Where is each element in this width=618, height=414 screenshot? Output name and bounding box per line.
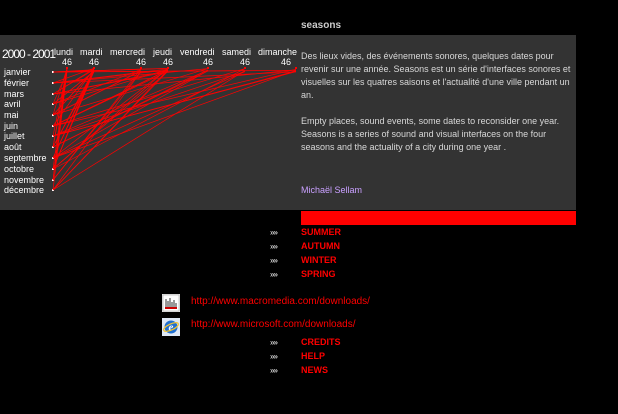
month-septembre[interactable]: septembre — [4, 153, 47, 163]
autumn-link[interactable]: AUTUMN — [301, 241, 340, 251]
help-link[interactable]: HELP — [301, 351, 325, 361]
month-mars[interactable]: mars — [4, 89, 24, 99]
month-mai[interactable]: mai — [4, 110, 19, 120]
arrow-icon: »» — [270, 270, 278, 279]
month-avril[interactable]: avril — [4, 99, 21, 109]
day-label-saturday: samedi — [222, 47, 252, 57]
day-label-sunday: dimanche — [258, 47, 298, 57]
month-fevrier[interactable]: février — [4, 78, 29, 88]
summer-link[interactable]: SUMMER — [301, 227, 341, 237]
arrow-icon: »» — [270, 256, 278, 265]
author-link[interactable]: Michaël Sellam — [301, 185, 362, 195]
day-label-thursday: jeudi — [153, 47, 173, 57]
day-anchor-dot — [66, 67, 68, 69]
month-juin[interactable]: juin — [4, 121, 18, 131]
week-number: 46 — [163, 57, 174, 67]
day-label-wednesday: mercredi — [110, 47, 146, 57]
month-aout[interactable]: août — [4, 142, 22, 152]
date-link-line — [52, 70, 142, 181]
month-octobre[interactable]: octobre — [4, 164, 34, 174]
macromedia-download-link[interactable]: http://www.macromedia.com/downloads/ — [191, 296, 370, 307]
arrow-icon: »» — [270, 352, 278, 361]
month-decembre[interactable]: décembre — [4, 185, 44, 195]
week-number: 46 — [62, 57, 73, 67]
day-anchor-dot — [93, 67, 95, 69]
credits-link[interactable]: CREDITS — [301, 337, 341, 347]
description: Des lieux vides, des événements sonores,… — [301, 50, 573, 167]
internet-explorer-icon[interactable]: e — [162, 318, 180, 336]
description-french: Des lieux vides, des événements sonores,… — [301, 51, 571, 100]
date-link-line — [52, 70, 68, 191]
day-anchor-dot — [244, 67, 246, 69]
day-anchor-dot — [295, 67, 297, 69]
spring-link[interactable]: SPRING — [301, 269, 336, 279]
day-anchor-dot — [140, 67, 142, 69]
week-number: 46 — [136, 57, 147, 67]
arrow-icon: »» — [270, 228, 278, 237]
month-novembre[interactable]: novembre — [4, 175, 44, 185]
description-english: Empty places, sound events, some dates t… — [301, 116, 560, 152]
day-anchor-dot — [207, 67, 209, 69]
week-number: 46 — [203, 57, 214, 67]
day-label-tuesday: mardi — [80, 47, 103, 57]
week-number: 46 — [89, 57, 100, 67]
week-number: 46 — [281, 57, 292, 67]
day-label-friday: vendredi — [180, 47, 215, 57]
winter-link[interactable]: WINTER — [301, 255, 337, 265]
arrow-icon: »» — [270, 242, 278, 251]
day-anchor-dot — [167, 67, 169, 69]
month-janvier[interactable]: janvier — [4, 67, 31, 77]
red-divider-bar — [301, 211, 576, 225]
month-juillet[interactable]: juillet — [4, 131, 25, 141]
page-title: seasons — [301, 20, 342, 31]
year-range-label: 2000 - 2001 — [2, 47, 56, 61]
date-lines-chart[interactable] — [0, 0, 300, 200]
arrow-icon: »» — [270, 366, 278, 375]
microsoft-download-link[interactable]: http://www.microsoft.com/downloads/ — [191, 319, 356, 330]
week-number: 46 — [240, 57, 251, 67]
day-label-monday: lundi — [54, 47, 74, 57]
news-link[interactable]: NEWS — [301, 365, 328, 375]
arrow-icon: »» — [270, 338, 278, 347]
macromedia-shockwave-icon[interactable] — [162, 294, 180, 312]
